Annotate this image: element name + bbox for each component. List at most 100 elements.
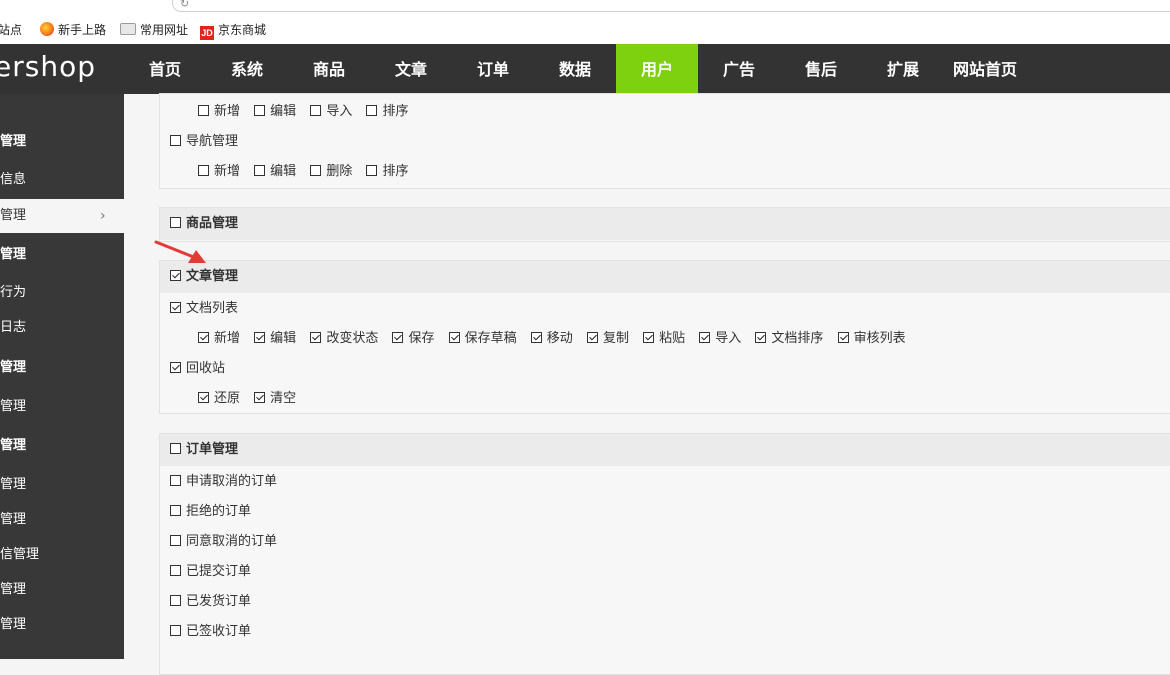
checkbox-icon[interactable]: [170, 135, 181, 146]
perm-order-item[interactable]: 已签收订单: [170, 622, 251, 642]
nav-order[interactable]: 订单: [452, 44, 534, 94]
sidebar-item-label: 管理: [0, 208, 27, 223]
perm-save[interactable]: 保存: [392, 329, 434, 349]
nav-article[interactable]: 文章: [370, 44, 452, 94]
perm-order-item[interactable]: 申请取消的订单: [170, 472, 277, 492]
perm-edit[interactable]: 编辑: [254, 102, 296, 122]
checkbox-checked-icon[interactable]: [170, 302, 181, 313]
checkbox-checked-icon[interactable]: [643, 332, 655, 343]
perm-order-item[interactable]: 拒绝的订单: [170, 502, 251, 522]
checkbox-checked-icon[interactable]: [310, 332, 322, 343]
checkbox-checked-icon[interactable]: [530, 332, 542, 343]
perm-doc-list[interactable]: 文档列表: [170, 299, 238, 319]
checkbox-icon[interactable]: [170, 535, 181, 546]
perm-paste[interactable]: 粘贴: [643, 329, 685, 349]
perm-recycle-bin[interactable]: 回收站: [170, 359, 225, 379]
bookmark-label: 常用网址: [140, 23, 189, 37]
perm-add[interactable]: 新增: [198, 102, 240, 122]
sidebar-item[interactable]: 管理: [0, 390, 26, 424]
perm-import[interactable]: 导入: [699, 329, 741, 349]
bookmark-getting-started[interactable]: 新手上路: [40, 21, 106, 39]
perm-sort[interactable]: 排序: [366, 162, 408, 182]
checkbox-icon[interactable]: [170, 505, 181, 516]
nav-ads[interactable]: 广告: [698, 44, 780, 94]
sidebar-item[interactable]: 管理: [0, 503, 26, 537]
perm-delete[interactable]: 删除: [310, 162, 352, 182]
checkbox-checked-icon[interactable]: [170, 270, 181, 281]
sidebar-item[interactable]: 信管理: [0, 538, 39, 572]
nav-user[interactable]: 用户: [616, 44, 698, 94]
perm-empty[interactable]: 清空: [254, 389, 296, 409]
checkbox-icon[interactable]: [254, 165, 266, 176]
checkbox-checked-icon[interactable]: [837, 332, 849, 343]
perm-order-item[interactable]: 已提交订单: [170, 562, 251, 582]
checkbox-icon[interactable]: [366, 105, 378, 116]
perm-doc-sort[interactable]: 文档排序: [755, 329, 823, 349]
perm-sort[interactable]: 排序: [366, 102, 408, 122]
checkbox-checked-icon[interactable]: [254, 392, 266, 403]
nav-goods[interactable]: 商品: [288, 44, 370, 94]
checkbox-checked-icon[interactable]: [392, 332, 404, 343]
red-arrow-icon: [154, 240, 206, 263]
checkbox-checked-icon[interactable]: [170, 362, 181, 373]
nav-actions-row: 新增 编辑 删除 排序: [198, 162, 418, 182]
perm-edit[interactable]: 编辑: [254, 162, 296, 182]
nav-system[interactable]: 系统: [206, 44, 288, 94]
perm-order-item[interactable]: 已发货订单: [170, 592, 251, 612]
perm-add[interactable]: 新增: [198, 162, 240, 182]
perm-article-manage[interactable]: 文章管理: [170, 267, 238, 287]
firefox-icon: [40, 22, 54, 36]
top-header: ershop 首页 系统 商品 文章 订单 数据 用户 广告 售后 扩展 网站首…: [0, 44, 1170, 94]
checkbox-icon[interactable]: [310, 165, 322, 176]
nav-home[interactable]: 首页: [124, 44, 206, 94]
checkbox-checked-icon[interactable]: [198, 332, 209, 343]
sidebar-item[interactable]: 管理: [0, 573, 26, 607]
perm-add[interactable]: 新增: [198, 329, 240, 349]
bookmark-jd[interactable]: JD 京东商城: [200, 21, 266, 40]
reload-icon[interactable]: ↻: [180, 0, 189, 10]
perm-change-status[interactable]: 改变状态: [310, 329, 378, 349]
checkbox-icon[interactable]: [170, 443, 181, 454]
nav-after-sales[interactable]: 售后: [780, 44, 862, 94]
perm-edit[interactable]: 编辑: [254, 329, 296, 349]
chevron-right-icon: ›: [100, 208, 106, 224]
nav-data[interactable]: 数据: [534, 44, 616, 94]
sidebar-item-active[interactable]: 管理 ›: [0, 199, 124, 233]
checkbox-checked-icon[interactable]: [699, 332, 711, 343]
perm-order-manage[interactable]: 订单管理: [170, 440, 238, 460]
sidebar-item[interactable]: 日志: [0, 311, 26, 345]
nav-extend[interactable]: 扩展: [862, 44, 944, 94]
checkbox-checked-icon[interactable]: [586, 332, 598, 343]
checkbox-icon[interactable]: [310, 105, 322, 116]
perm-save-draft[interactable]: 保存草稿: [448, 329, 517, 349]
sidebar-item[interactable]: 管理: [0, 608, 26, 642]
checkbox-checked-icon[interactable]: [755, 332, 767, 343]
bookmark-common-sites[interactable]: 常用网址: [120, 21, 188, 39]
sidebar-item[interactable]: 行为: [0, 276, 26, 310]
perm-review-list[interactable]: 审核列表: [837, 329, 906, 349]
checkbox-icon[interactable]: [170, 217, 181, 228]
bookmark-sites[interactable]: 站点: [0, 21, 22, 39]
checkbox-icon[interactable]: [366, 165, 378, 176]
sidebar-item[interactable]: 信息: [0, 163, 26, 197]
perm-order-item[interactable]: 同意取消的订单: [170, 532, 277, 552]
checkbox-icon[interactable]: [170, 625, 181, 636]
checkbox-icon[interactable]: [170, 475, 181, 486]
nav-site-home[interactable]: 网站首页: [944, 44, 1026, 94]
checkbox-checked-icon[interactable]: [198, 392, 209, 403]
perm-goods-manage[interactable]: 商品管理: [170, 214, 238, 234]
perm-restore[interactable]: 还原: [198, 389, 240, 409]
checkbox-icon[interactable]: [170, 565, 181, 576]
sidebar-item[interactable]: 管理: [0, 468, 26, 502]
checkbox-icon[interactable]: [170, 595, 181, 606]
address-field[interactable]: [172, 0, 1170, 12]
perm-copy[interactable]: 复制: [586, 329, 629, 349]
perm-move[interactable]: 移动: [530, 329, 573, 349]
checkbox-icon[interactable]: [198, 105, 209, 116]
perm-import[interactable]: 导入: [310, 102, 352, 122]
checkbox-checked-icon[interactable]: [254, 332, 266, 343]
checkbox-icon[interactable]: [254, 105, 266, 116]
checkbox-icon[interactable]: [198, 165, 209, 176]
perm-nav-manage[interactable]: 导航管理: [170, 132, 238, 152]
checkbox-checked-icon[interactable]: [448, 332, 460, 343]
